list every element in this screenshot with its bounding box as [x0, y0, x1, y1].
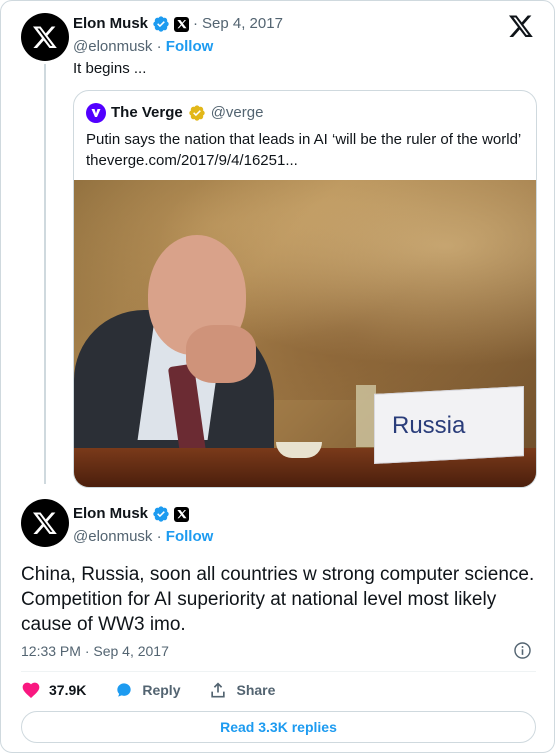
author-name[interactable]: Elon Musk — [73, 504, 148, 524]
x-affiliate-badge-icon — [174, 506, 190, 522]
follow-button[interactable]: Follow — [166, 528, 214, 545]
quoted-tweet[interactable]: The Verge @verge Putin says the nation t… — [73, 90, 537, 488]
x-logo-icon — [32, 512, 57, 535]
reply-label: Reply — [142, 682, 181, 698]
share-icon — [211, 682, 226, 698]
x-logo-icon[interactable] — [508, 13, 534, 39]
quoted-tweet-text: Putin says the nation that leads in AI ‘… — [86, 131, 521, 169]
author-row: Elon Musk — [73, 504, 190, 524]
divider — [21, 671, 536, 672]
x-logo-icon — [32, 26, 57, 49]
avatar[interactable] — [21, 13, 69, 61]
main-tweet-text: China, Russia, soon all countries w stro… — [21, 564, 535, 635]
action-bar: 37.9K Reply Share — [21, 680, 303, 700]
quoted-author-row: The Verge @verge — [86, 103, 263, 123]
gold-verified-badge-icon — [189, 105, 205, 121]
handle-row: @elonmusk · Follow — [73, 37, 213, 57]
like-button[interactable]: 37.9K — [21, 680, 86, 700]
author-name[interactable]: Elon Musk — [73, 14, 148, 34]
read-replies-button[interactable]: Read 3.3K replies — [21, 711, 536, 743]
author-handle[interactable]: @elonmusk — [73, 528, 152, 545]
author-handle[interactable]: @elonmusk — [73, 38, 152, 55]
tweet-timestamp[interactable]: 12:33 PM · Sep 4, 2017 — [21, 641, 169, 661]
heart-icon — [22, 682, 40, 698]
quoted-tweet-image[interactable]: Russia — [74, 180, 536, 487]
verified-badge-icon — [153, 16, 169, 32]
reply-icon — [117, 683, 132, 697]
tweet-date[interactable]: Sep 4, 2017 — [202, 14, 283, 34]
thread-connector-line — [44, 64, 46, 484]
avatar[interactable] — [21, 499, 69, 547]
handle-separator: · — [156, 38, 162, 55]
info-icon[interactable] — [513, 641, 532, 660]
quoted-author-handle: @verge — [210, 104, 264, 121]
share-button[interactable]: Share — [208, 680, 275, 700]
handle-row: @elonmusk · Follow — [73, 527, 213, 547]
image-flag — [356, 385, 376, 447]
dot-separator: · — [193, 15, 199, 32]
share-label: Share — [236, 682, 276, 698]
parent-tweet-text: It begins ... — [73, 60, 147, 77]
image-placard-text: Russia — [392, 412, 466, 439]
follow-button[interactable]: Follow — [166, 38, 214, 55]
like-count: 37.9K — [49, 682, 87, 698]
verified-badge-icon — [153, 506, 169, 522]
reply-button[interactable]: Reply — [114, 680, 180, 700]
quoted-author-name: The Verge — [111, 104, 183, 121]
x-affiliate-badge-icon — [174, 16, 190, 32]
author-row: Elon Musk · Sep 4, 2017 — [73, 14, 283, 34]
verge-logo-icon — [86, 103, 106, 123]
image-figure-hand — [186, 325, 256, 383]
handle-separator: · — [156, 528, 162, 545]
tweet-embed-card: Elon Musk · Sep 4, 2017 @elonmusk · Foll… — [0, 0, 555, 753]
